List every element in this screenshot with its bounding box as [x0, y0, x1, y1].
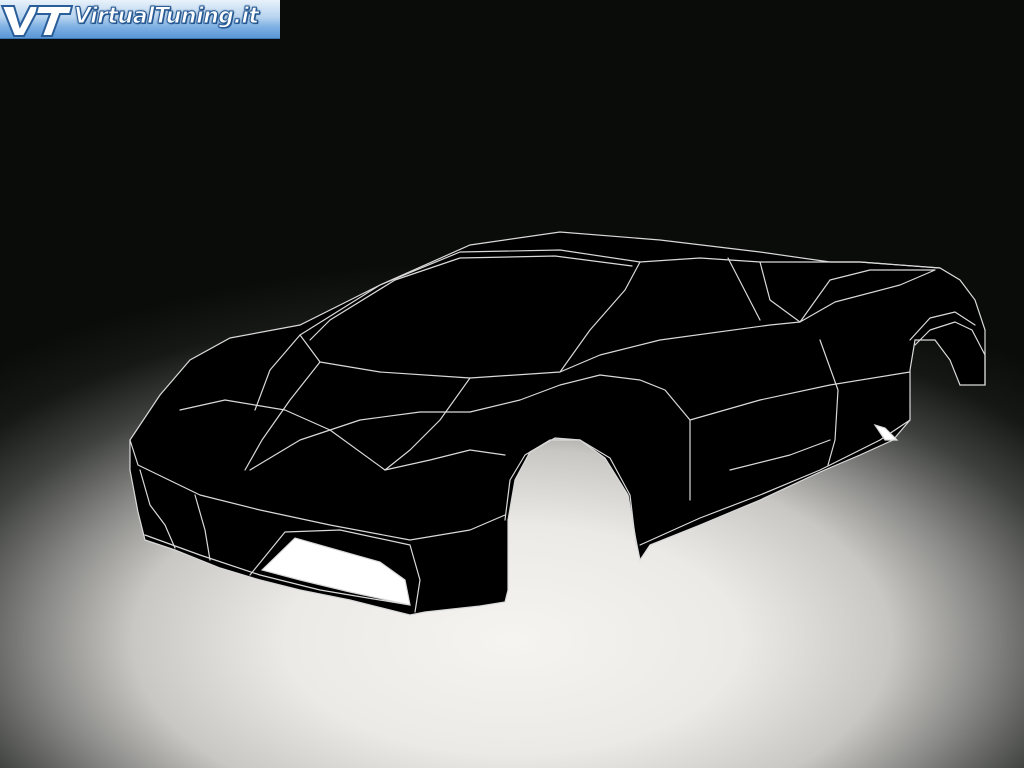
car-outline-illustration: [129, 231, 986, 616]
vt-logo-icon: [0, 5, 74, 37]
background-scene: VirtualTuning.it: [0, 0, 1024, 768]
site-logo-banner[interactable]: VirtualTuning.it: [0, 0, 280, 39]
car-body-silhouette: [129, 231, 986, 616]
site-name-text: VirtualTuning.it: [73, 4, 259, 30]
